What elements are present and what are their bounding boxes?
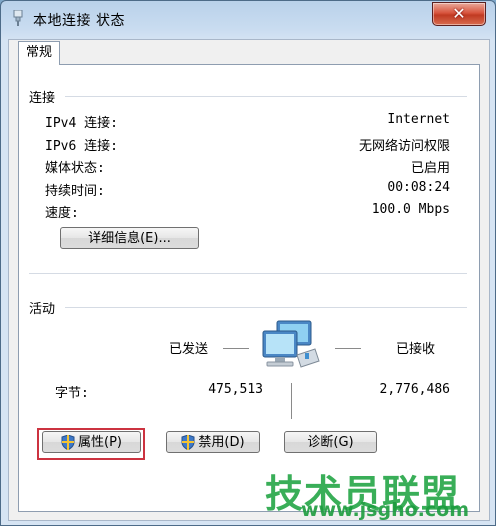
title-bar[interactable]: 本地连接 状态 ✕	[1, 1, 495, 35]
bytes-label: 字节:	[55, 386, 89, 401]
network-connection-icon	[13, 10, 23, 26]
activity-section-label: 活动	[29, 302, 56, 317]
duration-value: 00:08:24	[387, 180, 450, 195]
network-computers-icon	[262, 320, 320, 368]
details-button[interactable]: 详细信息(E)...	[60, 227, 199, 249]
diagnose-button[interactable]: 诊断(G)	[284, 431, 377, 453]
tab-general[interactable]: 常规	[18, 41, 60, 65]
ipv6-label: IPv6 连接:	[45, 139, 118, 154]
activity-divider	[65, 307, 467, 308]
bytes-received-value: 2,776,486	[379, 382, 450, 397]
media-state-value: 已启用	[410, 161, 450, 176]
window-title: 本地连接 状态	[33, 13, 125, 29]
watermark-url: www.jsgho.com	[301, 499, 469, 521]
duration-label: 持续时间:	[45, 184, 105, 199]
ipv4-value: Internet	[387, 112, 450, 127]
properties-highlight-box	[37, 428, 145, 460]
media-state-label: 媒体状态:	[45, 161, 105, 176]
disable-button-label: 禁用(D)	[198, 435, 245, 450]
received-dash	[335, 348, 361, 349]
sent-dash	[223, 348, 249, 349]
status-window: 本地连接 状态 ✕ 常规 连接 IPv4 连接: Internet IPv6 连…	[0, 0, 496, 526]
bytes-sent-value: 475,513	[208, 382, 263, 397]
activity-connector	[291, 383, 292, 419]
sent-label: 已发送	[169, 342, 209, 357]
section-separator	[29, 273, 467, 274]
speed-label: 速度:	[45, 206, 79, 221]
speed-value: 100.0 Mbps	[371, 202, 450, 217]
disable-button[interactable]: 禁用(D)	[166, 431, 260, 453]
shield-icon	[181, 435, 195, 450]
connection-divider	[65, 96, 467, 97]
connection-section-label: 连接	[29, 91, 56, 106]
close-icon: ✕	[452, 4, 466, 23]
received-label: 已接收	[396, 342, 436, 357]
ipv4-label: IPv4 连接:	[45, 116, 118, 131]
close-button[interactable]: ✕	[432, 2, 486, 26]
ipv6-value: 无网络访问权限	[358, 139, 450, 154]
